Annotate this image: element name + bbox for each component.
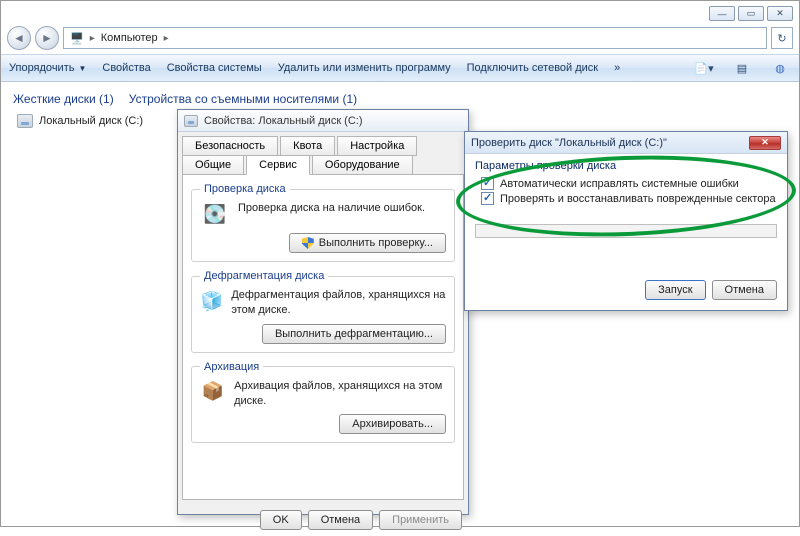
window-maximize-button[interactable]: ▭	[738, 6, 764, 21]
check-start-button[interactable]: Запуск	[645, 280, 705, 300]
preview-pane-button[interactable]: ▤	[731, 59, 753, 77]
chevron-right-icon: ▸	[164, 33, 169, 44]
toolbar-map-network-drive[interactable]: Подключить сетевой диск	[467, 62, 598, 74]
toolbar-properties[interactable]: Свойства	[102, 62, 150, 74]
check-progress-bar	[475, 224, 777, 238]
window-close-button[interactable]: ✕	[767, 6, 793, 21]
button-defrag-now[interactable]: Выполнить дефрагментацию...	[262, 324, 446, 344]
toolbar-overflow[interactable]: »	[614, 62, 620, 74]
check-disk-titlebar[interactable]: Проверить диск "Локальный диск (C:)" ✕	[465, 132, 787, 154]
toolbar-system-properties[interactable]: Свойства системы	[167, 62, 262, 74]
computer-icon: 🖥️	[70, 32, 84, 45]
refresh-button[interactable]: ↻	[771, 27, 793, 49]
properties-dialog-title[interactable]: Свойства: Локальный диск (C:)	[178, 110, 468, 132]
tab-general[interactable]: Общие	[182, 155, 244, 175]
hard-drive-icon	[184, 115, 198, 127]
toolbar-uninstall-program[interactable]: Удалить или изменить программу	[278, 62, 451, 74]
group-backup-legend: Архивация	[200, 361, 263, 373]
group-header-hdd[interactable]: Жесткие диски (1)	[13, 92, 114, 106]
hard-drive-icon	[17, 114, 33, 128]
checkbox-icon-checked	[481, 177, 494, 190]
group-defrag-legend: Дефрагментация диска	[200, 270, 328, 282]
check-params-label: Параметры проверки диска	[475, 160, 777, 172]
properties-cancel-button[interactable]: Отмена	[308, 510, 373, 530]
nav-back-button[interactable]: ◄	[7, 26, 31, 50]
check-disk-close-button[interactable]: ✕	[749, 136, 781, 150]
check-cancel-button[interactable]: Отмена	[712, 280, 777, 300]
breadcrumb-root[interactable]: Компьютер	[101, 32, 158, 44]
tab-customize[interactable]: Настройка	[337, 136, 417, 156]
group-check-disk: Проверка диска 💽 Проверка диска на налич…	[191, 183, 455, 262]
backup-icon: 📦	[200, 379, 226, 405]
group-header-removable[interactable]: Устройства со съемными носителями (1)	[129, 92, 357, 106]
nav-forward-button[interactable]: ►	[35, 26, 59, 50]
tab-hardware[interactable]: Оборудование	[312, 155, 413, 175]
group-backup: Архивация 📦 Архивация файлов, хранящихся…	[191, 361, 455, 444]
checkbox-icon-checked	[481, 192, 494, 205]
help-button[interactable]: ◍	[769, 59, 791, 77]
uac-shield-icon	[302, 237, 314, 249]
group-defrag-text: Дефрагментация файлов, хранящихся на это…	[231, 288, 446, 318]
chevron-down-icon: ▼	[78, 64, 86, 73]
group-check-text: Проверка диска на наличие ошибок.	[238, 201, 425, 216]
group-defrag: Дефрагментация диска 🧊 Дефрагментация фа…	[191, 270, 455, 353]
properties-dialog: Свойства: Локальный диск (C:) Безопаснос…	[177, 109, 469, 515]
chevron-right-icon: ▸	[90, 33, 95, 44]
check-disk-dialog: Проверить диск "Локальный диск (C:)" ✕ П…	[464, 131, 788, 311]
button-check-now[interactable]: Выполнить проверку...	[289, 233, 446, 253]
toolbar-organize[interactable]: Упорядочить▼	[9, 62, 86, 74]
disk-check-icon: 💽	[200, 201, 230, 227]
view-mode-button[interactable]: 📄▾	[693, 59, 715, 77]
tab-strip-row2: Общие Сервис Оборудование	[178, 155, 468, 174]
properties-apply-button[interactable]: Применить	[379, 510, 462, 530]
checkbox-fix-errors[interactable]: Автоматически исправлять системные ошибк…	[481, 177, 777, 190]
tab-strip-row1: Безопасность Квота Настройка	[178, 132, 468, 155]
properties-ok-button[interactable]: OK	[260, 510, 302, 530]
check-disk-title: Проверить диск "Локальный диск (C:)"	[471, 137, 667, 149]
tab-quota[interactable]: Квота	[280, 136, 335, 156]
address-bar[interactable]: 🖥️ ▸ Компьютер ▸	[63, 27, 767, 49]
tab-tools[interactable]: Сервис	[246, 155, 310, 175]
window-minimize-button[interactable]: —	[709, 6, 735, 21]
tab-page-tools: Проверка диска 💽 Проверка диска на налич…	[182, 174, 464, 500]
button-backup-now[interactable]: Архивировать...	[339, 414, 446, 434]
drive-label: Локальный диск (C:)	[39, 115, 143, 127]
checkbox-scan-sectors[interactable]: Проверять и восстанавливать поврежденные…	[481, 192, 777, 205]
tab-security[interactable]: Безопасность	[182, 136, 278, 156]
group-check-legend: Проверка диска	[200, 183, 290, 195]
group-backup-text: Архивация файлов, хранящихся на этом дис…	[234, 379, 446, 409]
defrag-icon: 🧊	[200, 288, 223, 314]
